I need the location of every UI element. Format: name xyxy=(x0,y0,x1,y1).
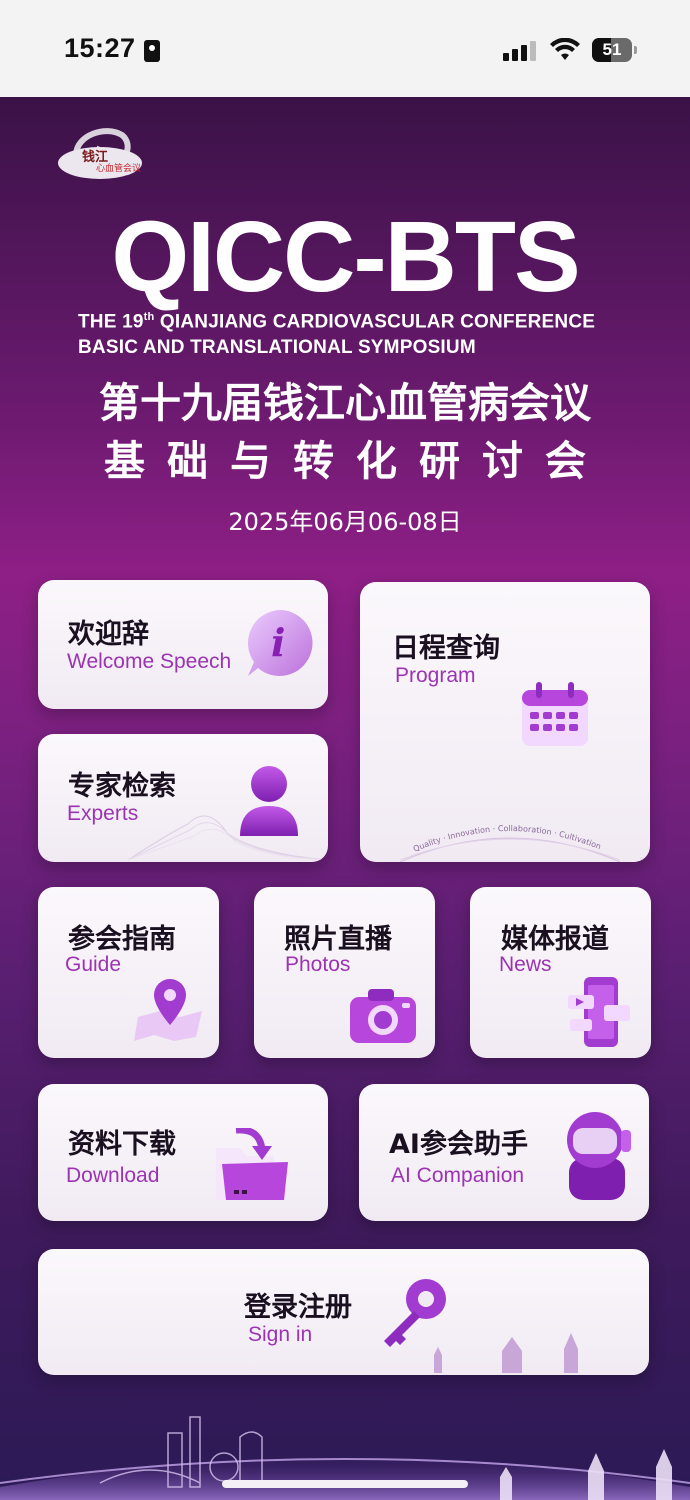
page-title: QICC-BTS xyxy=(111,201,580,313)
photos-button[interactable]: 照片直播 Photos xyxy=(254,887,435,1058)
battery-icon: 51 xyxy=(592,38,632,62)
ai-label-en: AI Companion xyxy=(391,1164,525,1187)
subtitle-en-line2: BASIC AND TRANSLATIONAL SYMPOSIUM xyxy=(78,337,476,358)
camera-icon xyxy=(350,989,416,1043)
welcome-label-en: Welcome Speech xyxy=(67,650,232,673)
robot-assistant-icon xyxy=(567,1112,631,1200)
subtitle-cn-line2: 基础与转化研讨会 xyxy=(104,437,608,485)
guide-label-cn: 参会指南 xyxy=(68,924,176,955)
download-button[interactable]: 资料下载 Download xyxy=(38,1084,328,1221)
svg-text:心血管会议: 心血管会议 xyxy=(96,162,141,174)
home-indicator[interactable] xyxy=(222,1480,468,1488)
conference-date: 2025年06月06-08日 xyxy=(228,508,462,536)
guide-label-en: Guide xyxy=(65,953,122,976)
cellular-signal-icon xyxy=(503,41,539,61)
calendar-icon xyxy=(522,682,588,746)
photos-label-cn: 照片直播 xyxy=(284,924,392,955)
download-label-en: Download xyxy=(66,1164,160,1187)
welcome-speech-button[interactable]: 欢迎辞 Welcome Speech i xyxy=(38,580,328,709)
svg-text:i: i xyxy=(271,620,285,665)
wifi-icon xyxy=(550,38,580,60)
status-time: 15:27 xyxy=(64,33,136,63)
svg-text:钱江: 钱江 xyxy=(82,149,108,165)
sign-in-button[interactable]: 登录注册 Sign in xyxy=(38,1249,649,1375)
phone-media-icon xyxy=(568,977,630,1047)
conference-logo: 钱江 心血管会议 xyxy=(58,128,142,179)
map-pin-icon xyxy=(134,979,202,1041)
signin-label-en: Sign in xyxy=(248,1323,313,1346)
ai-label-cn: AI参会助手 xyxy=(389,1129,528,1160)
status-bar: 15:27 51 xyxy=(0,0,690,97)
ai-companion-button[interactable]: AI参会助手 AI Companion xyxy=(359,1084,649,1221)
signin-label-cn: 登录注册 xyxy=(244,1292,352,1323)
info-icon: i xyxy=(247,610,313,676)
welcome-label-cn: 欢迎辞 xyxy=(68,619,149,650)
download-label-cn: 资料下载 xyxy=(68,1129,176,1160)
news-label-en: News xyxy=(499,953,552,976)
news-label-cn: 媒体报道 xyxy=(501,924,609,955)
program-label-en: Program xyxy=(395,664,476,687)
person-icon xyxy=(240,766,298,836)
app-screen: 钱江 心血管会议 QICC-BTS THE 19th QIANJIANG CAR… xyxy=(0,97,690,1500)
pagoda-decoration xyxy=(434,1333,578,1373)
subtitle-cn-line1: 第十九届钱江心血管病会议 xyxy=(99,379,591,427)
arc-decoration: Quality · Innovation · Collaboration · C… xyxy=(400,824,620,862)
program-label-cn: 日程查询 xyxy=(392,633,500,664)
photos-label-en: Photos xyxy=(285,953,351,976)
experts-button[interactable]: 专家检索 Experts xyxy=(38,734,328,862)
subtitle-en-line1: THE 19th QIANJIANG CARDIOVASCULAR CONFER… xyxy=(78,311,596,333)
program-button[interactable]: 日程查询 Program Quality · Innovation · Coll… xyxy=(360,582,650,862)
news-button[interactable]: 媒体报道 News xyxy=(470,887,651,1058)
guide-button[interactable]: 参会指南 Guide xyxy=(38,887,219,1058)
id-card-icon xyxy=(144,40,160,62)
download-folder-icon xyxy=(216,1128,288,1200)
